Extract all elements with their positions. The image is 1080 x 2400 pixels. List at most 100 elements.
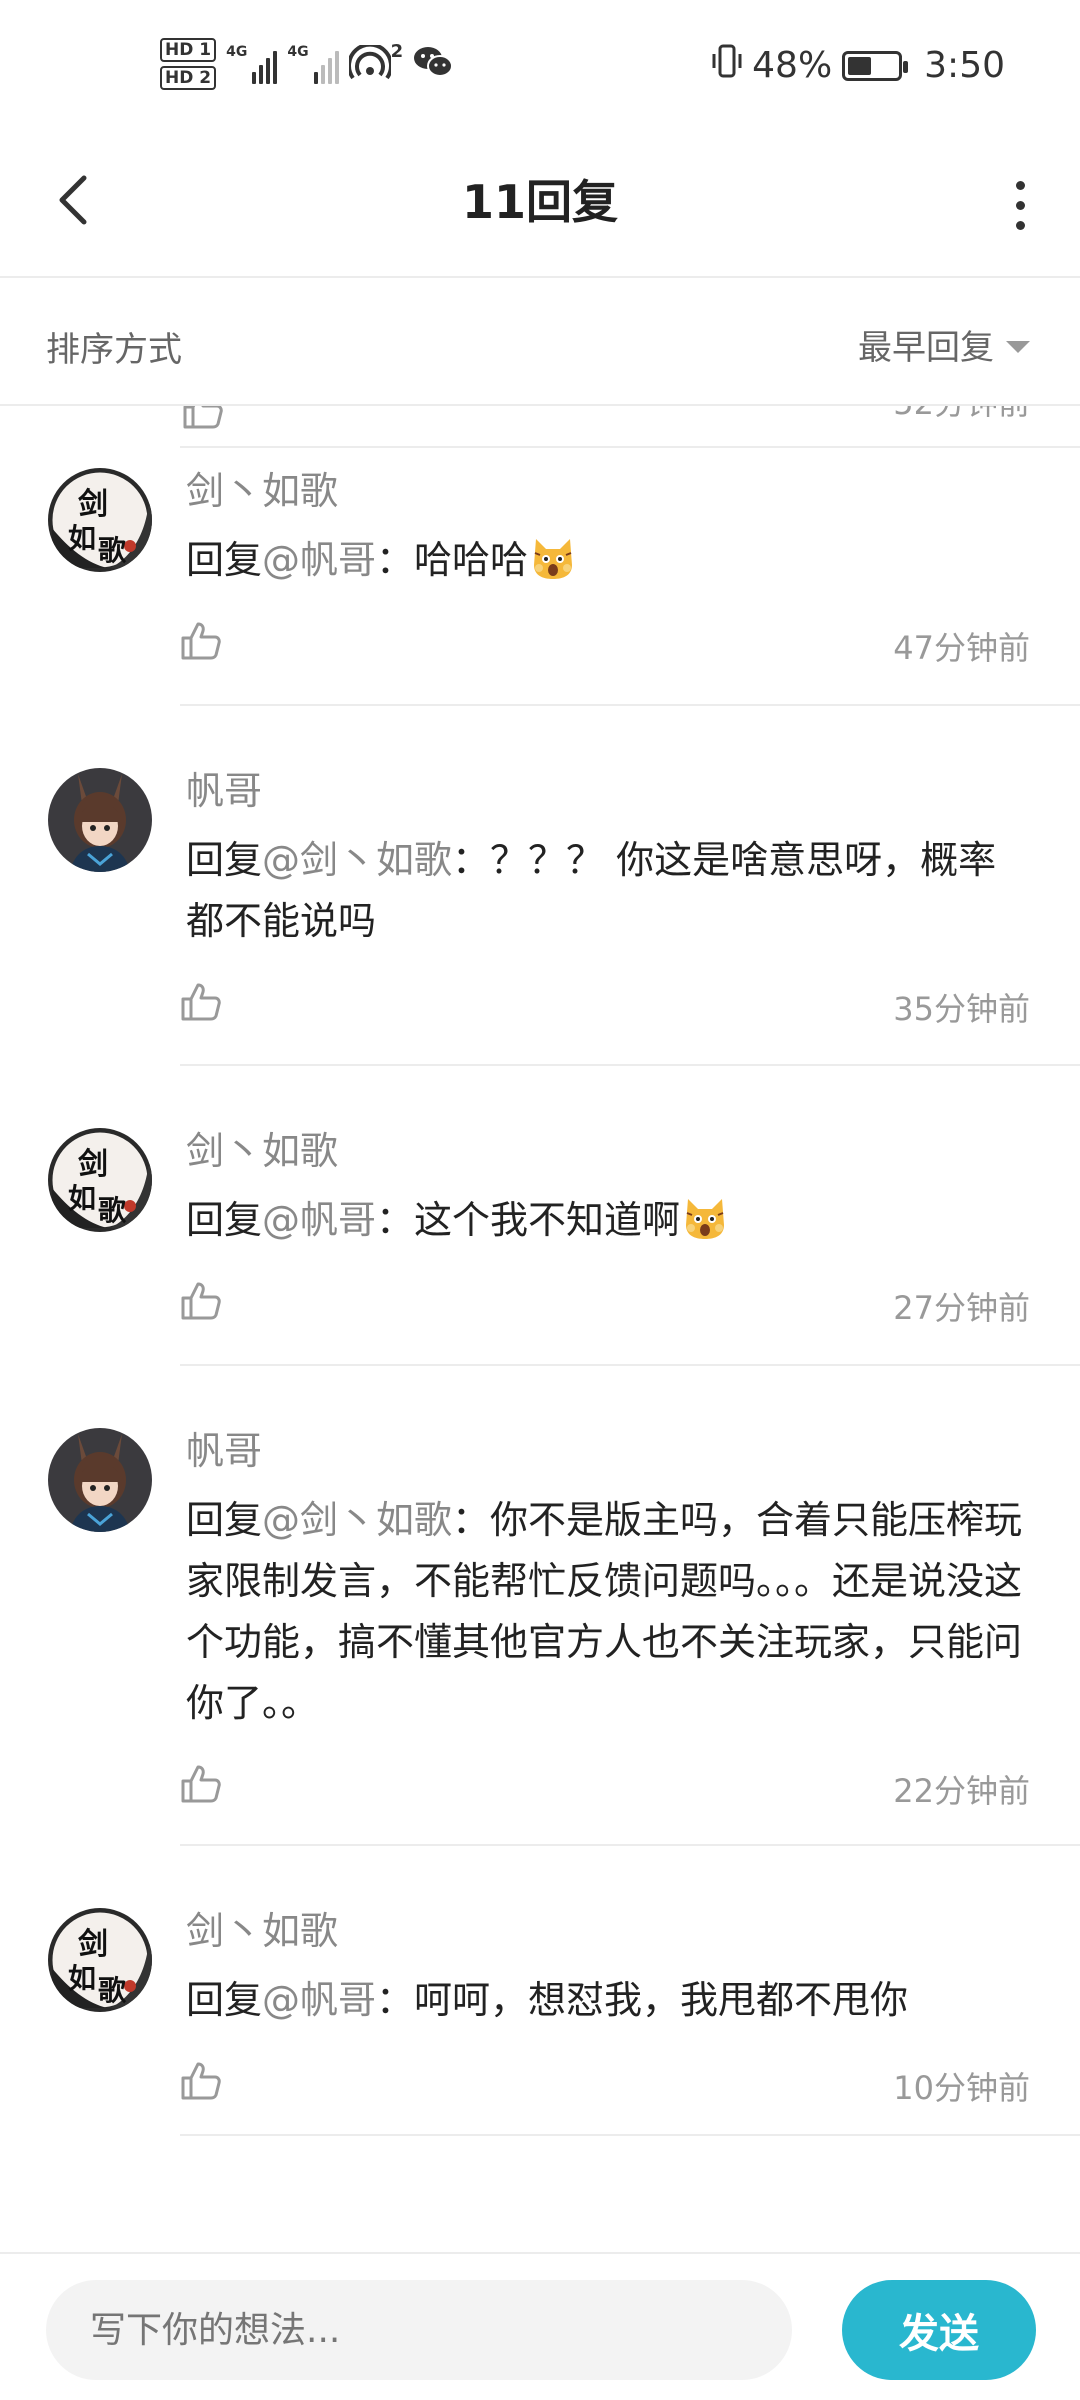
- signal-2-icon: 4G: [287, 44, 339, 84]
- reply-content[interactable]: 回复@帆哥：这个我不知道啊: [186, 1190, 1030, 1251]
- reply-meta: 35分钟前: [181, 976, 1030, 1036]
- reply-mention[interactable]: @剑丶如歌: [262, 838, 452, 882]
- more-dot: [1015, 220, 1025, 230]
- sort-bar: 排序方式 最早回复: [0, 280, 1080, 406]
- reply-prefix: 回复: [186, 1498, 263, 1542]
- svg-text:剑: 剑: [78, 1927, 108, 1962]
- reply-text: ：呵呵，想怼我，我甩都不甩你: [376, 1978, 909, 2022]
- more-dot: [1015, 180, 1025, 190]
- signal-2-label: 4G: [287, 44, 309, 60]
- reply-content[interactable]: 回复@剑丶如歌：？？？ 你这是啥意思呀，概率都不能说吗: [186, 830, 1030, 952]
- thumbs-up-icon: [181, 622, 221, 660]
- reply-input-bar: 发送: [0, 2252, 1080, 2400]
- wechat-icon: [413, 45, 454, 83]
- status-right: 48% 3:50: [712, 44, 1005, 87]
- reply-time: 10分钟前: [893, 2069, 1030, 2107]
- status-bar: HD 1 HD 2 4G 4G 2 48% 3:50: [0, 0, 1080, 130]
- more-options-button[interactable]: [1000, 170, 1040, 240]
- page-title: 11回复: [461, 175, 618, 229]
- reply-item: 帆哥 回复@剑丶如歌：？？？ 你这是啥意思呀，概率都不能说吗 35分钟前: [0, 706, 1080, 1066]
- signal-1-label: 4G: [226, 44, 248, 60]
- reply-content[interactable]: 回复@帆哥：哈哈哈: [186, 530, 1030, 591]
- hd1-badge: HD 1: [160, 38, 217, 62]
- svg-text:剑: 剑: [78, 487, 108, 522]
- hd-indicators: HD 1 HD 2: [160, 38, 217, 90]
- battery-icon: [842, 50, 909, 81]
- scared-cat-emoji: [680, 1198, 728, 1242]
- reply-list[interactable]: 52分钟前 剑如歌 剑丶如歌 回复@帆哥：哈哈哈 47分钟前 帆哥 回复@剑丶如…: [0, 406, 1080, 2252]
- like-button[interactable]: [180, 1281, 222, 1325]
- reply-author[interactable]: 剑丶如歌: [186, 466, 1030, 516]
- svg-text:剑: 剑: [78, 1147, 108, 1182]
- reply-author[interactable]: 帆哥: [186, 1426, 1030, 1476]
- reply-meta: 27分钟前: [181, 1275, 1030, 1335]
- svg-text:歌: 歌: [98, 1194, 127, 1227]
- hotspot-icon: 2: [348, 41, 403, 83]
- svg-text:如: 如: [68, 1182, 96, 1215]
- reply-prefix: 回复: [186, 538, 263, 582]
- avatar[interactable]: [48, 1428, 152, 1532]
- reply-author[interactable]: 帆哥: [186, 766, 1030, 816]
- like-button[interactable]: [180, 2061, 222, 2105]
- dropdown-arrow-icon: [1006, 340, 1030, 353]
- sort-label: 排序方式: [46, 330, 182, 370]
- thumbs-up-icon: [181, 1765, 221, 1803]
- reply-prefix: 回复: [186, 838, 263, 882]
- reply-body: 帆哥 回复@剑丶如歌：你不是版主吗，合着只能压榨玩家限制发言，不能帮忙反馈问题吗…: [181, 1426, 1030, 1818]
- reply-mention[interactable]: @帆哥: [262, 538, 376, 582]
- reply-prefix: 回复: [186, 1978, 263, 2022]
- reply-author[interactable]: 剑丶如歌: [186, 1906, 1030, 1956]
- more-dot: [1015, 200, 1025, 210]
- reply-content[interactable]: 回复@剑丶如歌：你不是版主吗，合着只能压榨玩家限制发言，不能帮忙反馈问题吗。。。…: [186, 1490, 1030, 1734]
- reply-body: 剑丶如歌 回复@帆哥：呵呵，想怼我，我甩都不甩你 10分钟前: [181, 1906, 1030, 2115]
- reply-body: 剑丶如歌 回复@帆哥：这个我不知道啊 27分钟前: [181, 1126, 1030, 1335]
- reply-time: 27分钟前: [893, 1289, 1030, 1327]
- reply-mention[interactable]: @帆哥: [262, 1198, 376, 1242]
- status-indicators: HD 1 HD 2 4G 4G 2: [160, 38, 454, 90]
- hotspot-count: 2: [390, 41, 404, 62]
- avatar[interactable]: 剑如歌: [48, 468, 152, 572]
- like-button[interactable]: [180, 621, 222, 665]
- avatar[interactable]: 剑如歌: [48, 1908, 152, 2012]
- vibrate-icon: [712, 44, 742, 87]
- reply-meta: 22分钟前: [181, 1758, 1030, 1818]
- reply-time: 22分钟前: [893, 1772, 1030, 1810]
- reply-item: 剑如歌 剑丶如歌 回复@帆哥：呵呵，想怼我，我甩都不甩你 10分钟前: [0, 1846, 1080, 2146]
- reply-author[interactable]: 剑丶如歌: [186, 1126, 1030, 1176]
- reply-content[interactable]: 回复@帆哥：呵呵，想怼我，我甩都不甩你: [186, 1970, 1030, 2031]
- reply-item: 帆哥 回复@剑丶如歌：你不是版主吗，合着只能压榨玩家限制发言，不能帮忙反馈问题吗…: [0, 1366, 1080, 1846]
- like-button[interactable]: [180, 982, 222, 1026]
- svg-text:如: 如: [68, 522, 96, 555]
- battery-percent: 48%: [752, 45, 833, 86]
- clock: 3:50: [924, 45, 1005, 86]
- reply-prefix: 回复: [186, 1198, 263, 1242]
- reply-mention[interactable]: @帆哥: [262, 1978, 376, 2022]
- reply-text: ：这个我不知道啊: [376, 1198, 681, 1242]
- sort-dropdown[interactable]: 最早回复: [858, 320, 1030, 369]
- divider: [180, 2134, 1080, 2136]
- avatar[interactable]: 剑如歌: [48, 1128, 152, 1232]
- reply-input[interactable]: [46, 2280, 792, 2380]
- reply-body: 剑丶如歌 回复@帆哥：哈哈哈 47分钟前: [181, 466, 1030, 675]
- scared-cat-emoji: [528, 538, 576, 582]
- send-button[interactable]: 发送: [842, 2280, 1036, 2380]
- reply-meta: 10分钟前: [181, 2055, 1030, 2115]
- reply-time: 47分钟前: [893, 629, 1030, 667]
- reply-body: 帆哥 回复@剑丶如歌：？？？ 你这是啥意思呀，概率都不能说吗 35分钟前: [181, 766, 1030, 1036]
- svg-text:歌: 歌: [98, 534, 127, 567]
- reply-mention[interactable]: @剑丶如歌: [262, 1498, 452, 1542]
- reply-item: 剑如歌 剑丶如歌 回复@帆哥：哈哈哈 47分钟前: [0, 406, 1080, 706]
- reply-text: ：哈哈哈: [376, 538, 529, 582]
- reply-time: 35分钟前: [893, 990, 1030, 1028]
- hd2-badge: HD 2: [160, 66, 217, 90]
- thumbs-up-icon: [181, 2062, 221, 2100]
- svg-text:歌: 歌: [98, 1974, 127, 2007]
- signal-1-icon: 4G: [226, 44, 278, 84]
- top-navigation-bar: 11回复: [0, 130, 1080, 278]
- like-button[interactable]: [180, 1764, 222, 1808]
- sort-selected-value: 最早回复: [858, 328, 994, 368]
- avatar[interactable]: [48, 768, 152, 872]
- reply-item: 剑如歌 剑丶如歌 回复@帆哥：这个我不知道啊 27分钟前: [0, 1066, 1080, 1366]
- svg-text:如: 如: [68, 1962, 96, 1995]
- reply-meta: 47分钟前: [181, 615, 1030, 675]
